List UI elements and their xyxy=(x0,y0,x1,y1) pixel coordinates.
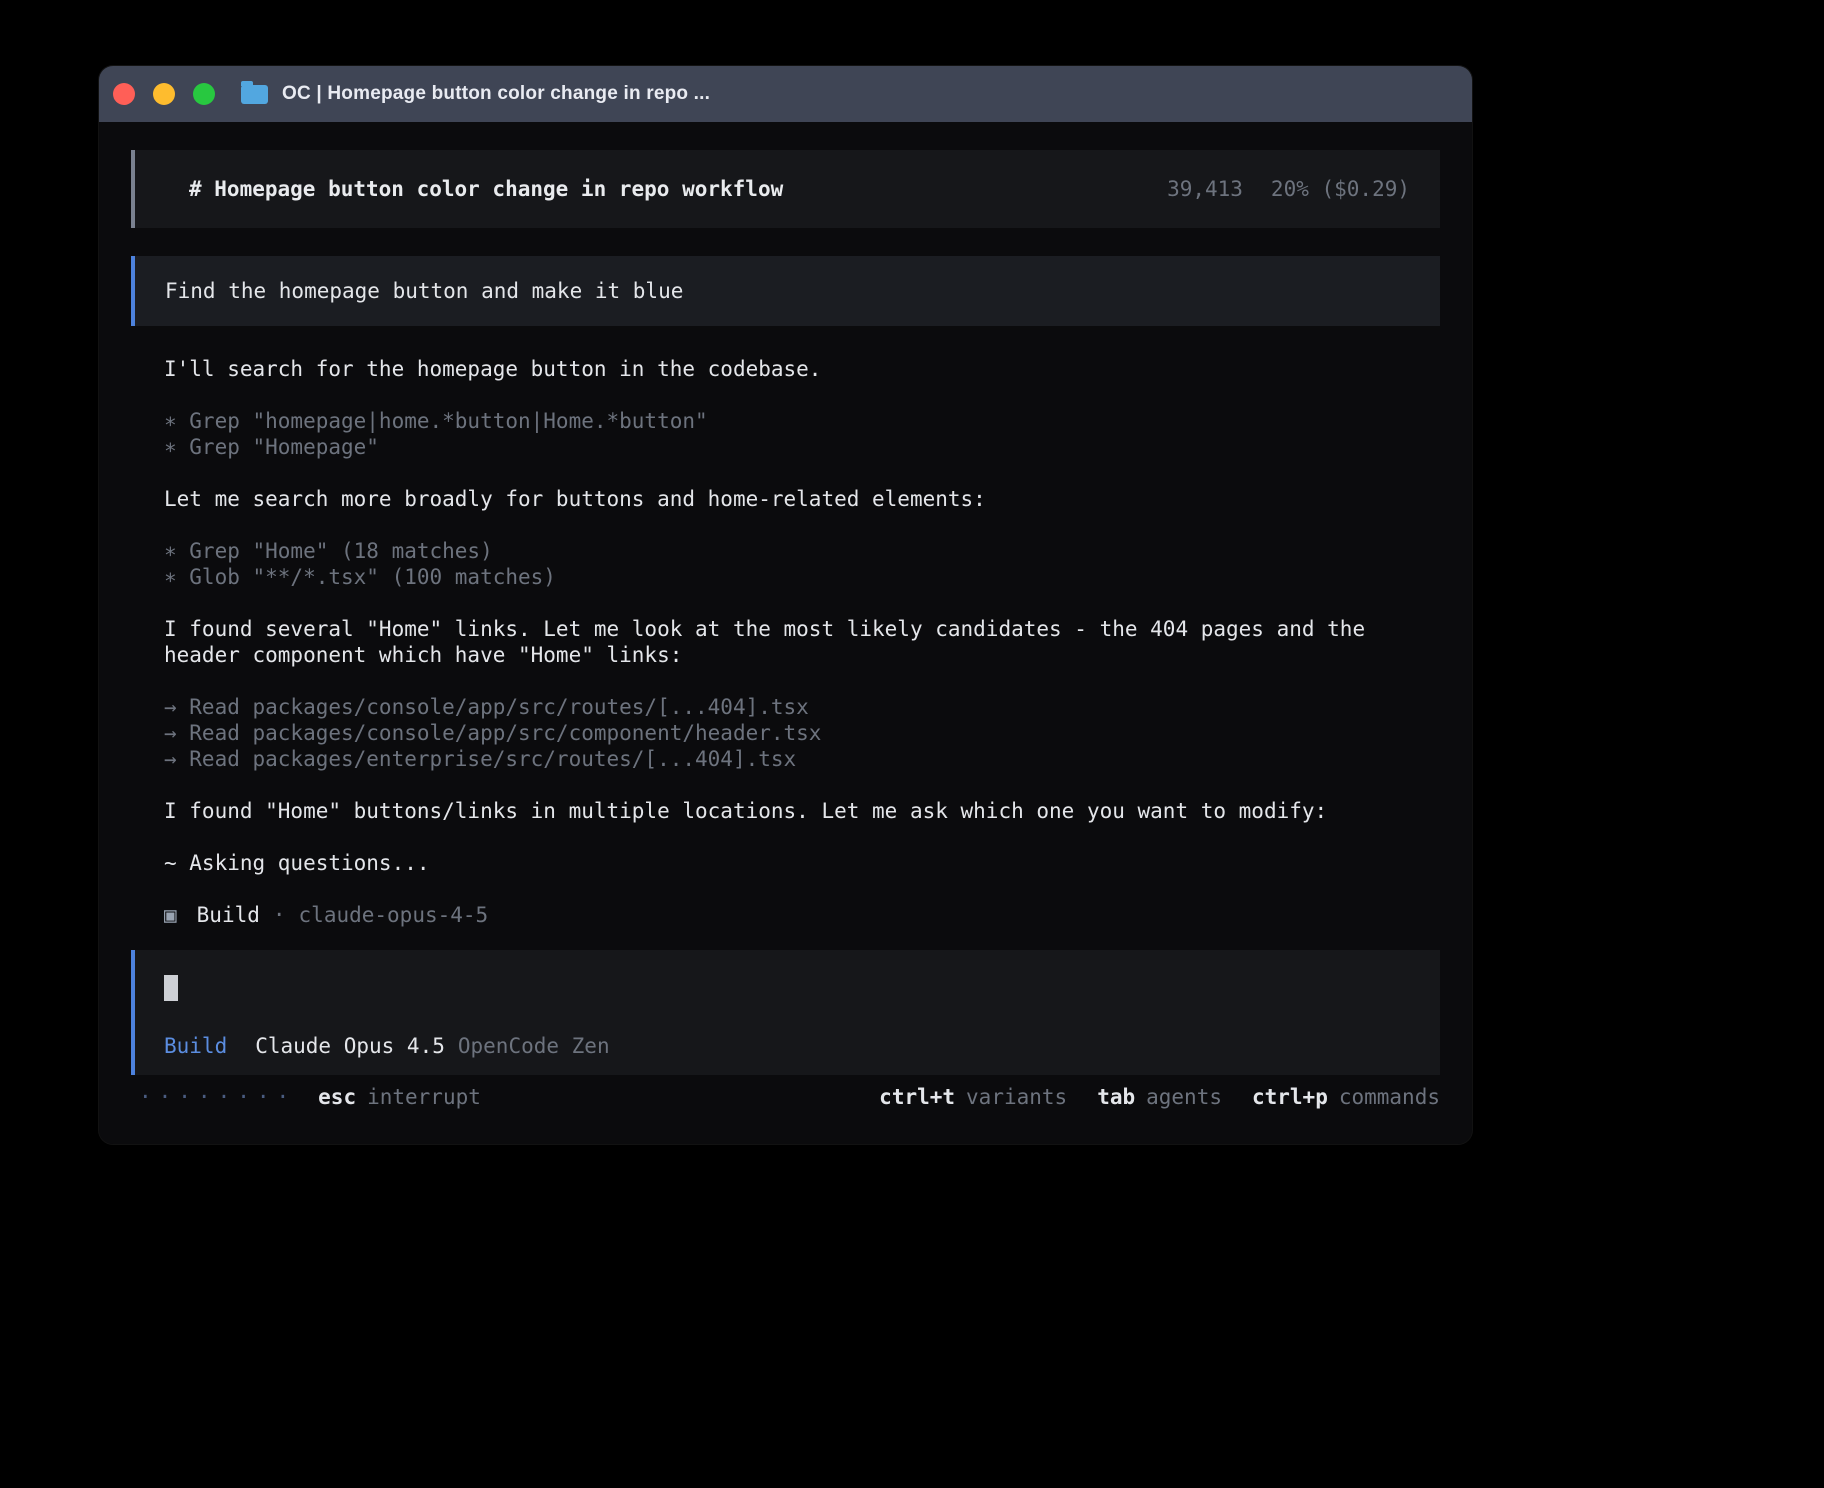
context-usage: 20% ($0.29) xyxy=(1271,176,1410,202)
tool-call-grep: ∗ Grep "Homepage" xyxy=(164,434,1440,460)
tool-call-grep: ∗ Grep "homepage|home.*button|Home.*butt… xyxy=(164,408,1440,434)
separator-dot: · xyxy=(273,902,286,928)
key-ctrl-t: ctrl+t xyxy=(879,1084,955,1110)
window-title: OC | Homepage button color change in rep… xyxy=(282,83,710,105)
window-titlebar[interactable]: OC | Homepage button color change in rep… xyxy=(99,66,1472,122)
key-ctrl-p: ctrl+p xyxy=(1252,1084,1328,1110)
token-count: 39,413 xyxy=(1167,176,1243,202)
tool-call-read: → Read packages/console/app/src/componen… xyxy=(164,720,1440,746)
selected-model[interactable]: Claude Opus 4.5 xyxy=(255,1033,445,1059)
shortcut-variants: ctrl+t variants xyxy=(879,1084,1067,1110)
zoom-button[interactable] xyxy=(193,83,215,105)
tool-call-grep: ∗ Grep "Home" (18 matches) xyxy=(164,538,1440,564)
selected-agent[interactable]: Build xyxy=(164,1033,227,1059)
footer-shortcuts: ctrl+t variants tab agents ctrl+p comman… xyxy=(879,1084,1440,1110)
input-status-bar: Build Claude Opus 4.5 OpenCode Zen xyxy=(164,1033,1410,1059)
model-provider: OpenCode Zen xyxy=(458,1033,610,1059)
assistant-text: I found several "Home" links. Let me loo… xyxy=(164,616,1440,668)
session-stats: 39,413 20% ($0.29) xyxy=(1167,176,1410,202)
traffic-lights xyxy=(113,83,215,105)
prompt-input[interactable]: Build Claude Opus 4.5 OpenCode Zen xyxy=(131,950,1440,1075)
shortcut-agents: tab agents xyxy=(1097,1084,1222,1110)
session-header: # Homepage button color change in repo w… xyxy=(131,150,1440,228)
tool-call-glob: ∗ Glob "**/*.tsx" (100 matches) xyxy=(164,564,1440,590)
user-message-block: Find the homepage button and make it blu… xyxy=(131,256,1440,326)
minimize-button[interactable] xyxy=(153,83,175,105)
hint-interrupt: interrupt xyxy=(367,1084,481,1110)
agent-status-line: ▣ Build · claude-opus-4-5 xyxy=(164,902,1440,928)
status-footer: ········ esc interrupt ctrl+t variants t… xyxy=(131,1084,1440,1110)
model-id: claude-opus-4-5 xyxy=(299,902,489,928)
assistant-text: I found "Home" buttons/links in multiple… xyxy=(164,798,1440,824)
close-button[interactable] xyxy=(113,83,135,105)
shortcut-interrupt: esc interrupt xyxy=(318,1084,481,1110)
hint-variants: variants xyxy=(966,1084,1067,1110)
session-title: # Homepage button color change in repo w… xyxy=(189,176,783,202)
user-message-text: Find the homepage button and make it blu… xyxy=(165,279,683,303)
key-tab: tab xyxy=(1097,1084,1135,1110)
folder-icon xyxy=(241,85,268,104)
assistant-text: I'll search for the homepage button in t… xyxy=(164,356,1440,382)
terminal-window: OC | Homepage button color change in rep… xyxy=(99,66,1472,1144)
activity-dots: ········ xyxy=(139,1084,296,1110)
text-cursor xyxy=(164,975,178,1001)
terminal-content[interactable]: # Homepage button color change in repo w… xyxy=(99,122,1472,1144)
hint-agents: agents xyxy=(1146,1084,1222,1110)
tool-call-read: → Read packages/console/app/src/routes/[… xyxy=(164,694,1440,720)
agent-name: Build xyxy=(197,902,260,928)
agent-icon: ▣ xyxy=(164,902,177,928)
assistant-text: Let me search more broadly for buttons a… xyxy=(164,486,1440,512)
shortcut-commands: ctrl+p commands xyxy=(1252,1084,1440,1110)
key-esc: esc xyxy=(318,1084,356,1110)
hint-commands: commands xyxy=(1339,1084,1440,1110)
status-asking-questions: ~ Asking questions... xyxy=(164,850,1440,876)
titlebar-title-group: OC | Homepage button color change in rep… xyxy=(241,83,710,105)
tool-call-read: → Read packages/enterprise/src/routes/[.… xyxy=(164,746,1440,772)
conversation-transcript: I'll search for the homepage button in t… xyxy=(164,356,1440,928)
